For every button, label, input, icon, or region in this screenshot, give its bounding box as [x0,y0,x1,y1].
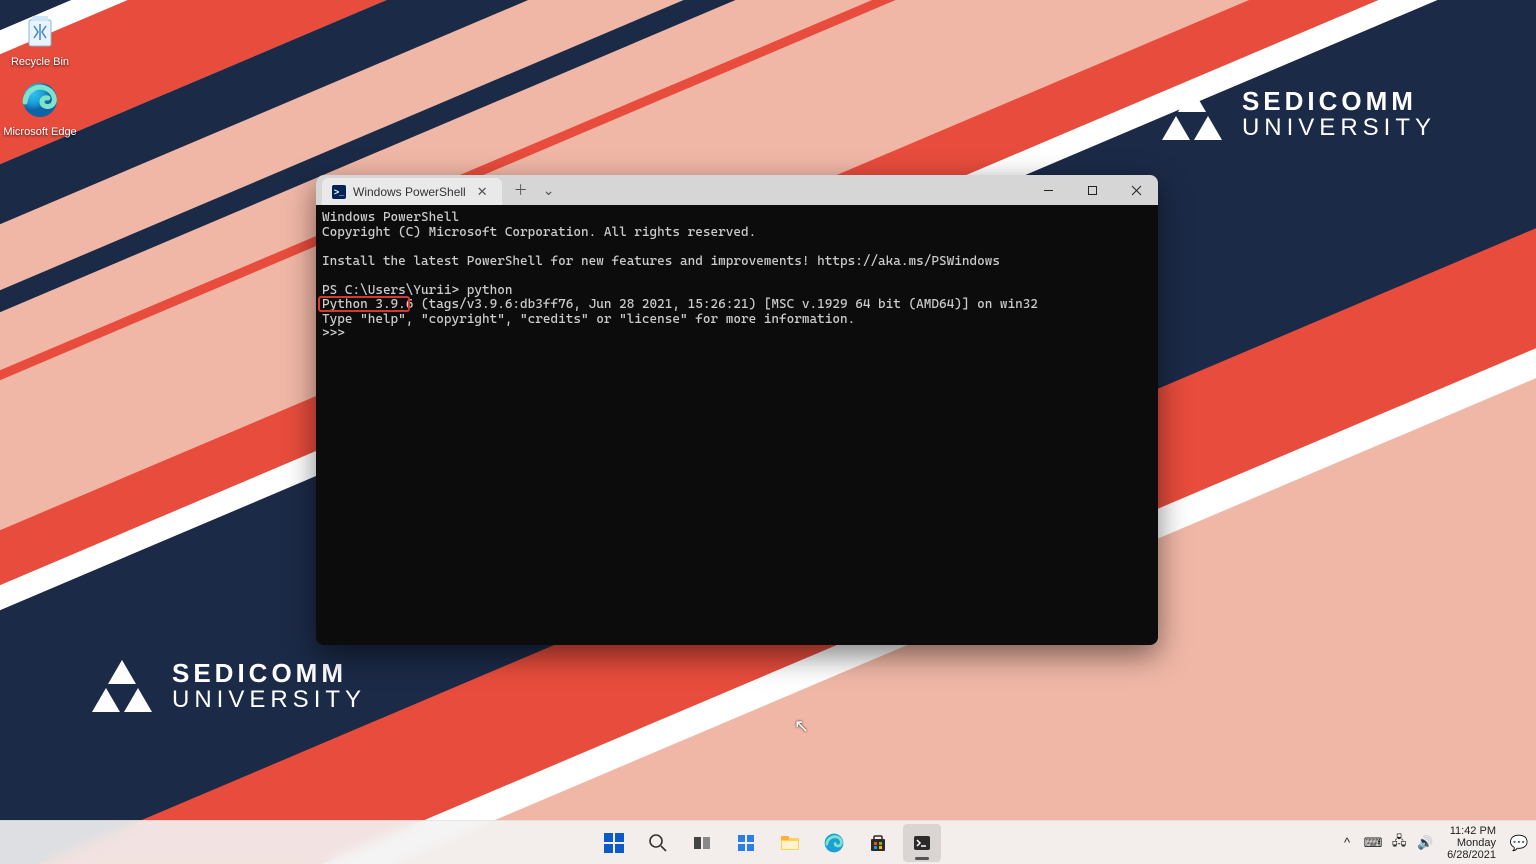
taskbar-store-button[interactable] [859,824,897,862]
terminal-body[interactable]: Windows PowerShell Copyright (C) Microso… [316,205,1158,645]
taskbar-taskview-button[interactable] [683,824,721,862]
file-explorer-icon [779,832,801,854]
new-tab-button[interactable]: ＋ [508,175,534,205]
notifications-button[interactable]: 💬 [1508,834,1530,852]
terminal-line: >>> [322,326,352,341]
terminal-line: Windows PowerShell [322,210,459,225]
brand-icon [90,660,154,712]
taskbar-explorer-button[interactable] [771,824,809,862]
tab-title: Windows PowerShell [353,185,466,199]
taskbar-search-button[interactable] [639,824,677,862]
taskbar-widgets-button[interactable] [727,824,765,862]
terminal-line: PS C:\Users\Yurii> python [322,283,512,298]
terminal-line: Python 3.9.6 (tags/v3.9.6:db3ff76, Jun 2… [322,297,1038,312]
desktop-icon-recycle-bin[interactable]: Recycle Bin [2,8,78,68]
terminal-line: Type "help", "copyright", "credits" or "… [322,312,855,327]
system-tray: ^ ⌨ 🖧 🔊 11:42 PM Monday 6/28/2021 💬 [1337,825,1530,861]
taskbar: ^ ⌨ 🖧 🔊 11:42 PM Monday 6/28/2021 💬 [0,820,1536,864]
taskbar-edge-button[interactable] [815,824,853,862]
terminal-line: Copyright (C) Microsoft Corporation. All… [322,225,756,240]
window-maximize-button[interactable] [1070,175,1114,205]
brand-logo-top: SEDICOMM UNIVERSITY [1160,88,1436,140]
search-icon [648,833,668,853]
windows-logo-icon [603,832,625,854]
tab-powershell[interactable]: >_ Windows PowerShell ✕ [322,178,502,205]
window-minimize-button[interactable] [1026,175,1070,205]
tab-actions: ＋ ⌄ [508,175,562,205]
store-icon [868,833,888,853]
clock-time: 11:42 PM [1450,825,1496,837]
maximize-icon [1087,185,1098,196]
desktop-icon-label: Recycle Bin [2,56,78,68]
tray-input-icon[interactable]: ⌨ [1363,835,1383,851]
tray-network-icon[interactable]: 🖧 [1389,832,1409,854]
tab-close-button[interactable]: ✕ [473,184,492,200]
recycle-bin-icon [18,8,62,52]
close-icon [1131,185,1142,196]
brand-line2: UNIVERSITY [172,687,366,712]
clock-day: Monday [1457,837,1496,849]
desktop-icon-edge[interactable]: Microsoft Edge [2,78,78,138]
widgets-icon [736,833,756,853]
brand-line1: SEDICOMM [1242,88,1436,115]
taskbar-center [595,824,941,862]
tab-dropdown-button[interactable]: ⌄ [536,175,562,205]
terminal-line: Install the latest PowerShell for new fe… [322,254,1000,269]
edge-icon [823,832,845,854]
edge-icon [18,78,62,122]
powershell-icon: >_ [332,185,346,199]
taskbar-clock[interactable]: 11:42 PM Monday 6/28/2021 [1441,825,1502,861]
desktop-icon-label: Microsoft Edge [2,126,78,138]
brand-line1: SEDICOMM [172,660,366,687]
clock-date: 6/28/2021 [1447,849,1496,861]
window-titlebar[interactable]: >_ Windows PowerShell ✕ ＋ ⌄ [316,175,1158,205]
brand-icon [1160,88,1224,140]
taskbar-terminal-button[interactable] [903,824,941,862]
window-close-button[interactable] [1114,175,1158,205]
taskview-icon [692,833,712,853]
brand-logo-bottom: SEDICOMM UNIVERSITY [90,660,366,712]
terminal-icon [912,833,932,853]
minimize-icon [1043,185,1054,196]
tray-volume-icon[interactable]: 🔊 [1415,835,1435,851]
tray-overflow-button[interactable]: ^ [1337,835,1357,850]
start-button[interactable] [595,824,633,862]
brand-line2: UNIVERSITY [1242,115,1436,140]
powershell-window: >_ Windows PowerShell ✕ ＋ ⌄ Windows Powe… [316,175,1158,645]
